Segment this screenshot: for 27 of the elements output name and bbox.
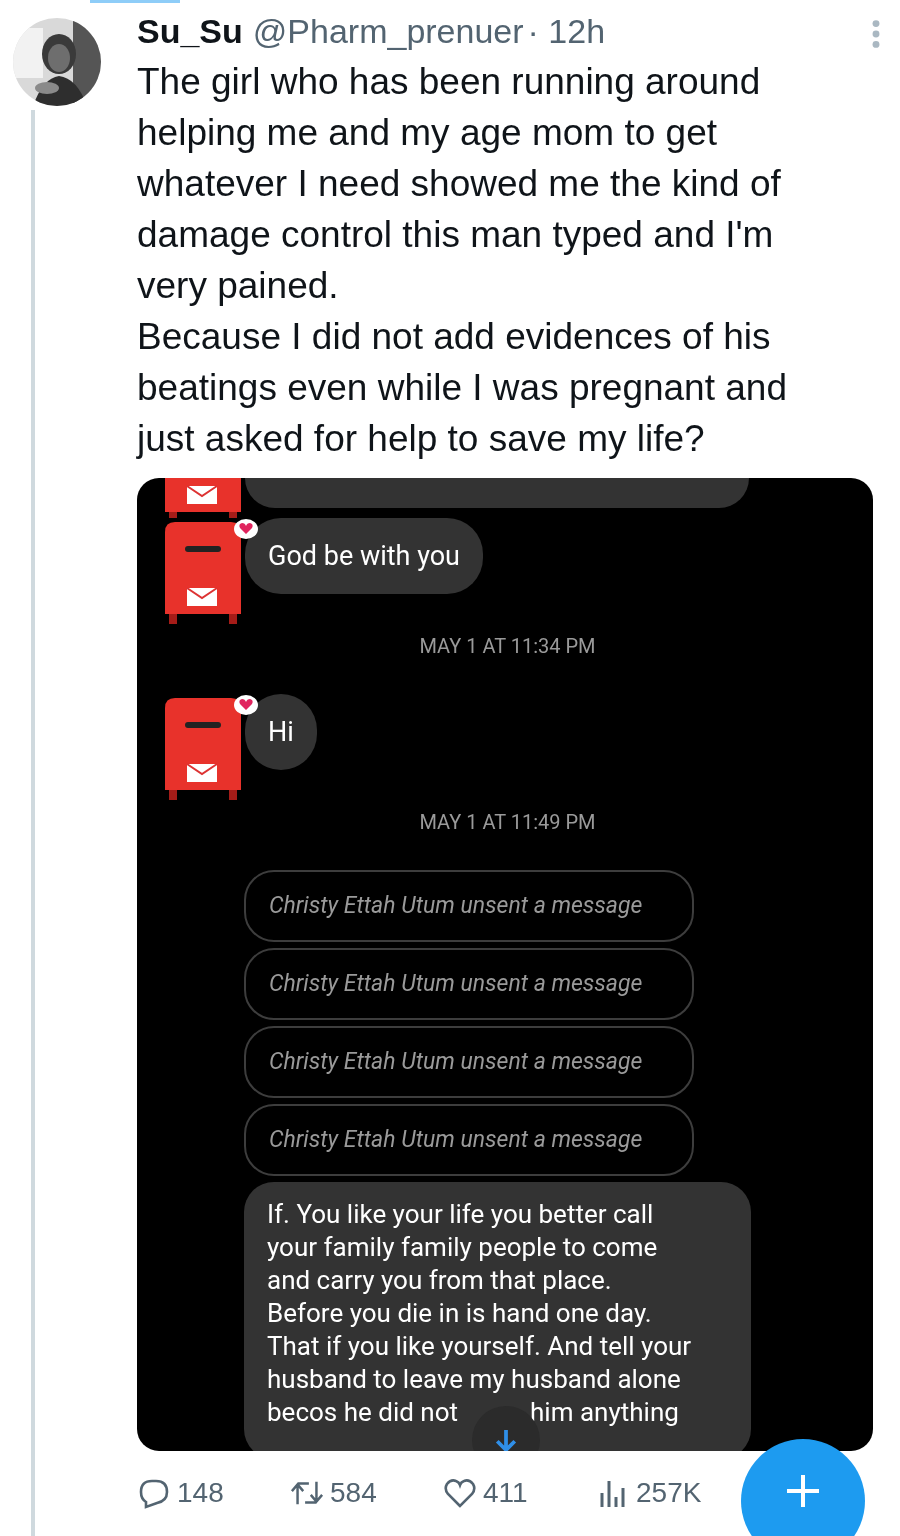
- message-line: That if you like yourself. And tell your: [267, 1329, 693, 1363]
- message-line: him anything: [530, 1395, 679, 1429]
- heart-icon: [443, 1477, 477, 1510]
- message-line: If. You like your life you better call: [267, 1197, 655, 1231]
- message-line: and carry you from that place.: [267, 1263, 613, 1297]
- message-bubble: God be with you: [245, 517, 483, 594]
- author-name[interactable]: Su_Su: [137, 12, 243, 51]
- action-button[interactable]: 257K: [596, 1477, 702, 1510]
- unsent-notice: Christy Ettah Utum unsent a message: [244, 1103, 694, 1176]
- action-button[interactable]: 411: [443, 1477, 596, 1510]
- unsent-notice: Christy Ettah Utum unsent a message: [244, 869, 694, 942]
- author-handle[interactable]: @Pharm_prenuer: [252, 12, 524, 51]
- action-button[interactable]: 148: [137, 1477, 290, 1510]
- post-time: · 12h: [527, 12, 606, 51]
- message-line: husband to leave my husband alone: [267, 1362, 682, 1396]
- post-text: The girl who has been running around helping me and my age mom to get whatever I need showed me the kind of damage control this man typed and I'm very pained.: [137, 59, 782, 308]
- message-timestamp: MAY 1 AT 11:49 PM: [419, 809, 596, 834]
- action-button[interactable]: 584: [290, 1477, 443, 1510]
- message-bubble: Hi: [245, 693, 317, 770]
- message-line: your family family people to come: [267, 1230, 659, 1264]
- message-line: becos he did not: [267, 1395, 459, 1429]
- comment-icon: [137, 1477, 171, 1510]
- message-line: Before you die in is hand one day.: [267, 1296, 653, 1330]
- message-timestamp: MAY 1 AT 11:34 PM: [419, 633, 596, 658]
- post-text: Because I did not add evidences of his beatings even while I was pregnant and just asked for help to save my life?: [137, 314, 788, 461]
- unsent-notice: Christy Ettah Utum unsent a message: [244, 1025, 694, 1098]
- unsent-notice: Christy Ettah Utum unsent a message: [244, 947, 694, 1020]
